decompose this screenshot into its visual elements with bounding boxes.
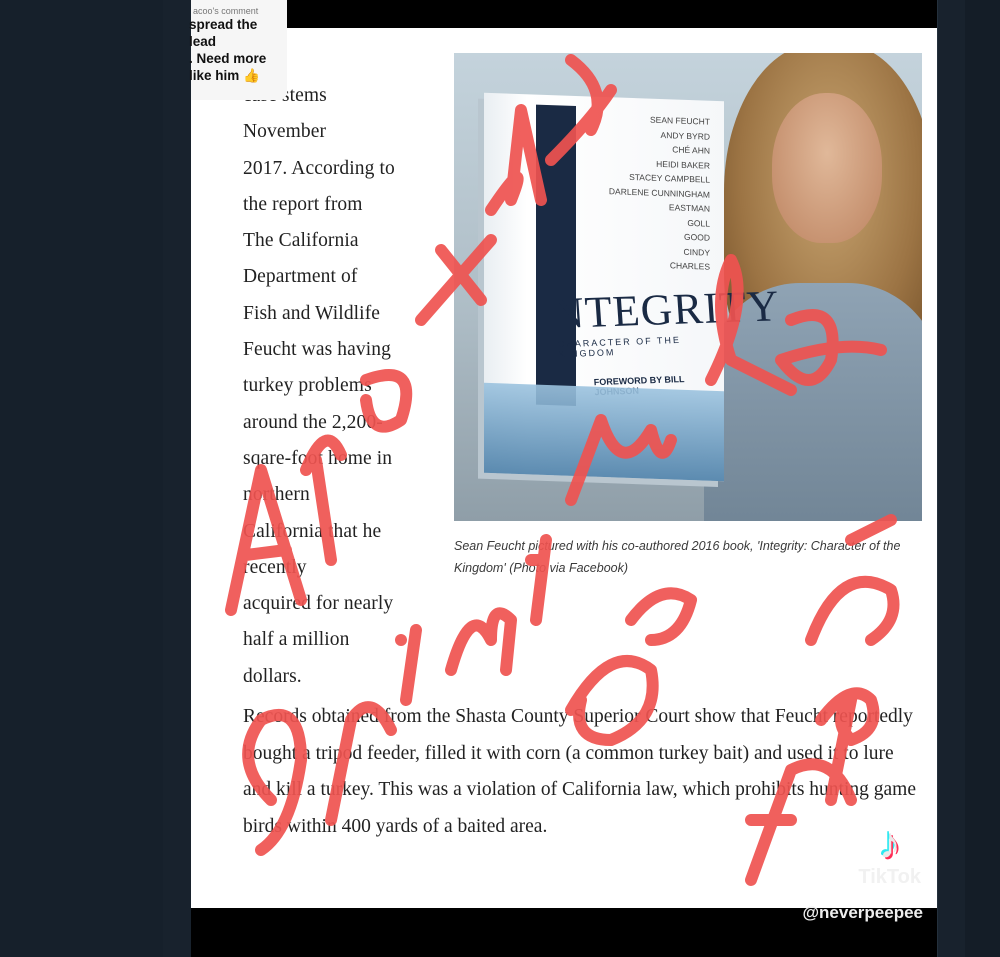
right-sidebar	[965, 0, 1000, 957]
book-water	[484, 382, 724, 482]
article-screenshot: case stems November 2017. According to t…	[191, 28, 937, 908]
left-gutter	[163, 0, 191, 957]
article-paragraph-2: Records obtained from the Shasta County …	[243, 706, 916, 837]
comment-text: spread the lead . Need more like him 👍	[189, 17, 267, 83]
article-photo: SEAN FEUCHT ANDY BYRD CHÉ AHN HEIDI BAKE…	[454, 53, 922, 521]
book-title: NTEGRITY	[550, 281, 782, 339]
comment-header: acoo's comment	[193, 6, 259, 16]
tiktok-brand: TikTok	[858, 866, 921, 888]
person-face	[772, 93, 882, 243]
video-frame[interactable]: case stems November 2017. According to t…	[189, 0, 937, 957]
right-gutter	[937, 0, 966, 957]
comment-reply-sticker: acoo's comment spread the lead . Need mo…	[189, 0, 287, 100]
book-authors: SEAN FEUCHT ANDY BYRD CHÉ AHN HEIDI BAKE…	[608, 114, 710, 272]
left-sidebar	[0, 0, 164, 957]
book-letter-i	[536, 104, 576, 407]
article-paragraph-1: case stems November 2017. According to t…	[243, 85, 395, 687]
creator-handle: @neverpeepee	[802, 903, 923, 922]
tiktok-watermark: ♪ TikTok	[858, 822, 921, 889]
book-cover: SEAN FEUCHT ANDY BYRD CHÉ AHN HEIDI BAKE…	[484, 92, 781, 482]
tiktok-logo-icon: ♪	[878, 819, 901, 868]
photo-caption: Sean Feucht pictured with his co-authore…	[454, 539, 901, 575]
